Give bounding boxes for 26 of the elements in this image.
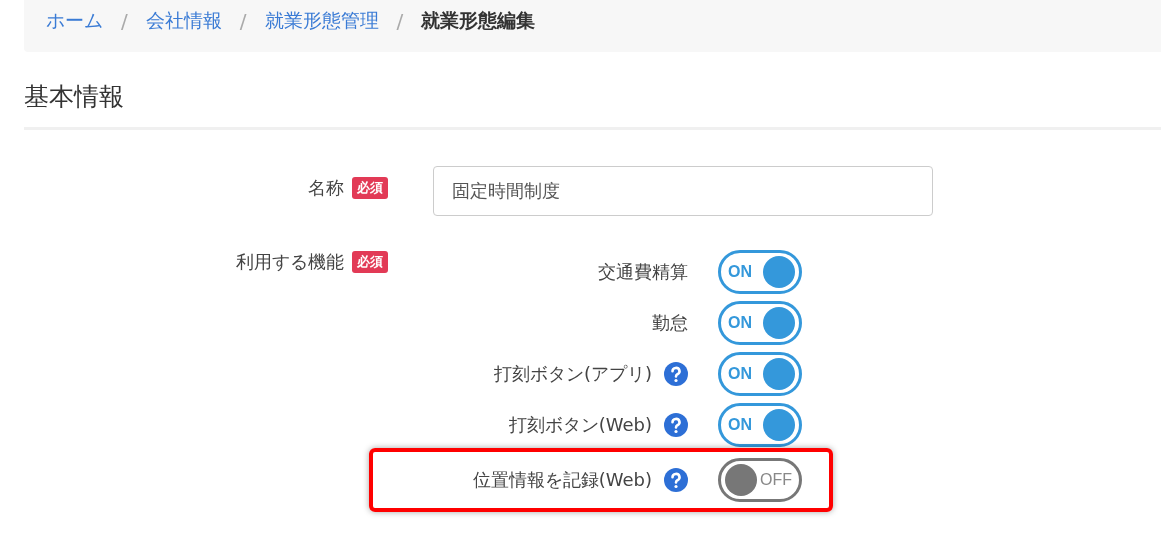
feature-label: 勤怠 (652, 311, 688, 335)
toggle-switch[interactable]: ON (718, 301, 802, 345)
feature-label: 打刻ボタン(Web) (508, 413, 652, 437)
field-label: 名称 (308, 176, 344, 200)
help-icon[interactable] (664, 468, 688, 492)
required-badge: 必須 (352, 177, 388, 199)
help-icon[interactable] (664, 362, 688, 386)
toggle-switch[interactable]: OFF (718, 458, 802, 502)
feature-label: 打刻ボタン(アプリ) (493, 362, 652, 386)
feature-label: 交通費精算 (598, 260, 688, 284)
help-icon[interactable] (664, 413, 688, 437)
toggle-switch[interactable]: ON (718, 352, 802, 396)
name-field[interactable]: 固定時間制度 (433, 166, 933, 216)
breadcrumb-link[interactable]: ホーム (46, 8, 103, 34)
field-label: 利用する機能 (236, 250, 344, 274)
toggle-switch[interactable]: ON (718, 250, 802, 294)
breadcrumb-separator: / (396, 9, 404, 33)
breadcrumb-separator: / (239, 9, 247, 33)
breadcrumb-separator: / (121, 9, 128, 33)
toggle-switch[interactable]: ON (718, 403, 802, 447)
required-badge: 必須 (352, 251, 388, 273)
breadcrumb-link[interactable]: 会社情報 (145, 8, 222, 34)
section-title: 基本情報 (24, 52, 1161, 130)
current-page: 就業形態編集 (421, 8, 536, 33)
feature-label: 位置情報を記録(Web) (472, 468, 652, 492)
breadcrumb-link[interactable]: 就業形態管理 (264, 8, 379, 34)
